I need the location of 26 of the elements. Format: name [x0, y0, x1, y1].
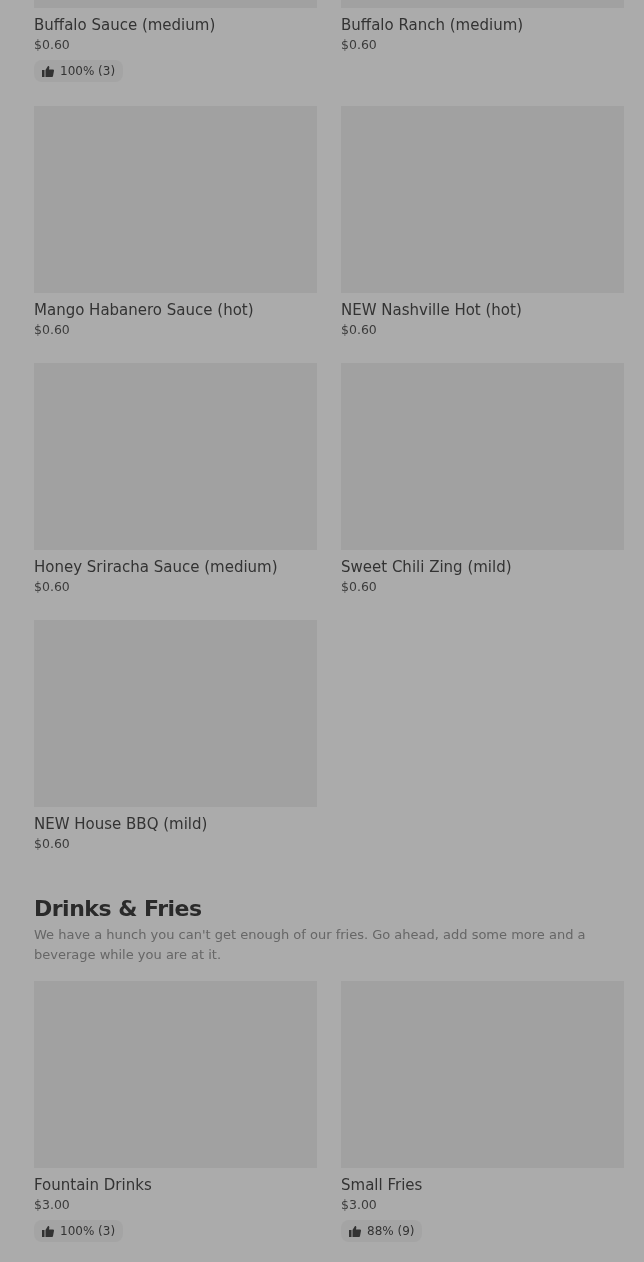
- section-description: We have a hunch you can't get enough of our fries. Go ahead, add some more and a beverage while you are at it.: [34, 926, 587, 964]
- item-name[interactable]: Mango Habanero Sauce (hot): [34, 299, 254, 321]
- rating-badge: 100% (3): [34, 1220, 124, 1242]
- item-name[interactable]: Buffalo Ranch (medium): [341, 14, 524, 36]
- item-price: $0.60: [34, 36, 70, 54]
- thumbs-up-icon: [349, 1225, 361, 1237]
- item-name[interactable]: NEW Nashville Hot (hot): [341, 299, 522, 321]
- item-price: $3.00: [34, 1196, 70, 1214]
- item-price: $0.60: [34, 321, 70, 339]
- thumbs-up-icon: [42, 65, 54, 77]
- item-price: $0.60: [341, 36, 377, 54]
- item-price: $0.60: [341, 321, 377, 339]
- rating-badge: 88% (9): [341, 1220, 423, 1242]
- section-heading: Drinks & Fries: [34, 895, 203, 923]
- item-price: $0.60: [34, 835, 70, 853]
- rating-badge: 100% (3): [34, 60, 124, 82]
- item-name[interactable]: Sweet Chili Zing (mild): [341, 556, 512, 578]
- item-price: $0.60: [34, 578, 70, 596]
- item-name[interactable]: Fountain Drinks: [34, 1174, 152, 1196]
- item-name[interactable]: NEW House BBQ (mild): [34, 813, 208, 835]
- item-name[interactable]: Small Fries: [341, 1174, 423, 1196]
- item-name[interactable]: Honey Sriracha Sauce (medium): [34, 556, 278, 578]
- item-price: $0.60: [341, 578, 377, 596]
- item-name[interactable]: Buffalo Sauce (medium): [34, 14, 216, 36]
- thumbs-up-icon: [42, 1225, 54, 1237]
- item-price: $3.00: [341, 1196, 377, 1214]
